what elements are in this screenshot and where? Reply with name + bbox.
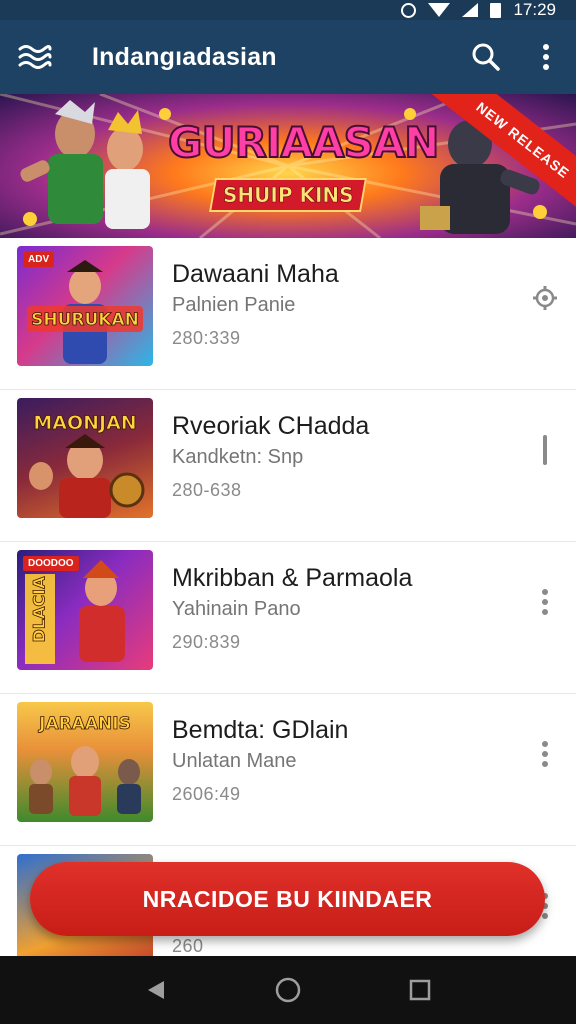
game-subtitle: Palnien Panie [172,294,296,316]
screen: 17:29 Indangıadasian GURIAASAN SHUIP KIN… [0,0,576,1024]
list-item[interactable]: SHURUKAN ADV Dawaani Maha Palnien Panie … [0,238,576,390]
thumb-tag: ADV [23,252,55,267]
more-vert-icon[interactable] [516,20,576,94]
banner-subtitle: SHUIP KINS [222,183,354,208]
more-vert-icon[interactable] [528,580,562,624]
game-title: Rveoriak CHadda [172,412,370,440]
game-thumbnail: JARAANIS [17,702,153,822]
game-count: 290:839 [172,632,241,652]
banner-subtitle-plate: SHUIP KINS [209,178,367,212]
app-bar: Indangıadasian [0,20,576,94]
thumb-label: MAONJAN [33,412,137,435]
game-count: 280:339 [172,328,241,348]
drag-handle-icon[interactable] [528,428,562,472]
game-count: 260 [172,936,204,956]
signal-icon [462,3,479,17]
list-item[interactable]: JARAANIS Bemdta: GDlain Unlatan Mane 260… [0,694,576,846]
cta-button[interactable]: NRACIDOE BU KIINDAER [30,862,545,936]
settings-gear-icon[interactable] [528,276,562,320]
nav-bar [0,956,576,1024]
app-title: Indangıadasian [92,42,277,71]
thumb-label: JARAANIS [39,714,131,735]
game-thumbnail: DLACIA DOODOO [17,550,153,670]
game-subtitle: Unlatan Mane [172,750,297,772]
list-item[interactable]: DLACIA DOODOO Mkribban & Parmaola Yahina… [0,542,576,694]
game-subtitle: Kandketn: Snp [172,446,304,468]
search-icon[interactable] [456,20,516,94]
game-title: Bemdta: GDlain [172,716,349,744]
game-count: 280-638 [172,480,242,500]
game-title: Dawaani Maha [172,260,339,288]
status-bar: 17:29 [0,0,576,20]
banner-title: GURIAASAN [167,117,440,168]
alarm-icon [401,2,417,18]
game-subtitle: Yahinain Pano [172,598,301,620]
list-item[interactable]: MAONJAN Rveoriak CHadda Kandketn: Snp 28… [0,390,576,542]
more-vert-icon[interactable] [528,732,562,776]
status-time: 17:29 [513,0,556,19]
thumb-label: SHURUKAN [31,310,140,331]
wifi-icon [428,3,451,17]
game-title: Mkribban & Parmaola [172,564,413,592]
home-icon[interactable] [266,968,310,1012]
recents-icon[interactable] [398,968,442,1012]
back-icon[interactable] [134,968,178,1012]
game-thumbnail: MAONJAN [17,398,153,518]
battery-icon [490,2,502,18]
game-count: 2606:49 [172,784,241,804]
featured-banner[interactable]: GURIAASAN SHUIP KINS NEW RELEASE [0,94,576,238]
game-thumbnail: SHURUKAN ADV [17,246,153,366]
thumb-tag: DOODOO [23,556,79,571]
waves-logo-icon[interactable] [0,20,70,94]
